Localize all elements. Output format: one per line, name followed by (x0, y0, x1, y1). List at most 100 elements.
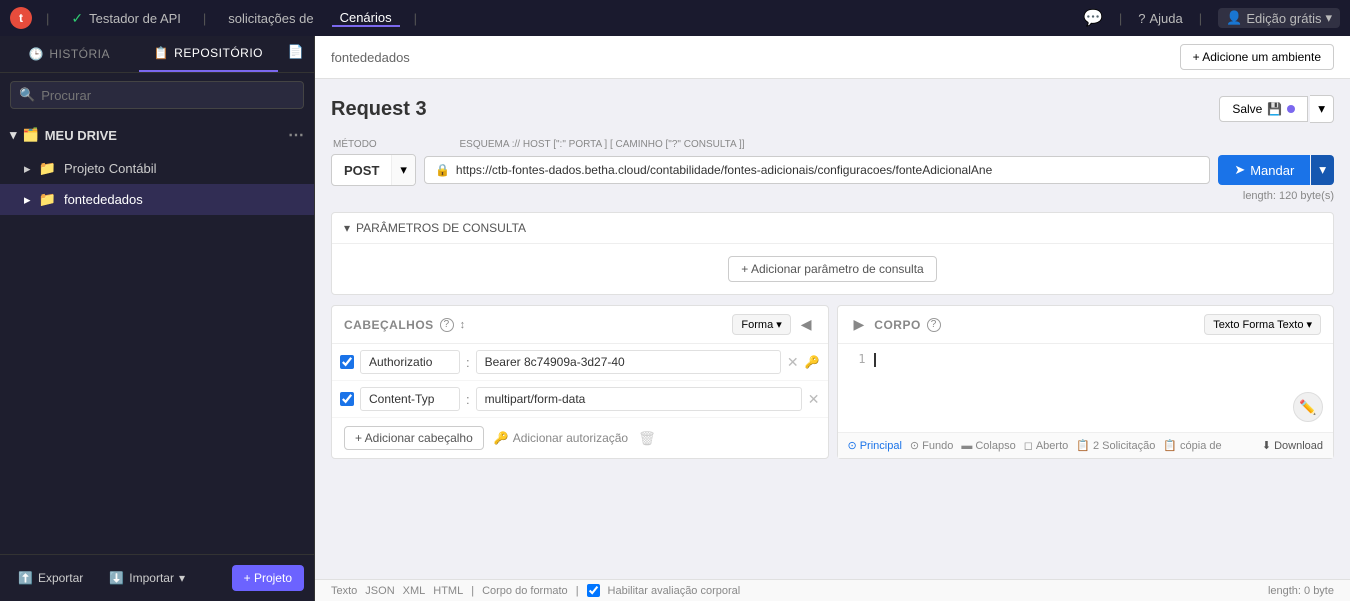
nav-item-solicitacoes[interactable]: solicitações de (220, 11, 321, 26)
add-auth-icon: 🔑 (494, 431, 509, 445)
my-drive-options-icon[interactable]: ⋯ (288, 125, 304, 145)
colapso-label: Colapso (975, 440, 1015, 452)
headers-info-icon: ? (440, 318, 454, 332)
projeto-contabil-chevron-icon (24, 161, 31, 177)
pencil-button[interactable]: ✏️ (1293, 392, 1323, 422)
my-drive-chevron-icon (10, 127, 17, 143)
download-button[interactable]: ⬇ Download (1262, 439, 1323, 452)
sidebar-tab-repositorio-label: REPOSITÓRIO (174, 46, 263, 60)
auth-header-delete-button[interactable]: ✕ (787, 354, 799, 371)
save-button[interactable]: Salve 💾 (1219, 96, 1308, 122)
sidebar-tab-historia[interactable]: 🕒 HISTÓRIA (0, 36, 139, 72)
my-drive-label: MEU DRIVE (45, 128, 117, 143)
copia-label: cópia de (1180, 440, 1222, 452)
add-project-button[interactable]: + Projeto (232, 565, 304, 591)
download-label: Download (1274, 440, 1323, 452)
sidebar-item-projeto-contabil[interactable]: 📁 Projeto Contábil ⋯ (0, 153, 314, 184)
chat-icon[interactable]: 💬 (1083, 8, 1103, 28)
add-auth-button[interactable]: 🔑 Adicionar autorização (494, 431, 628, 445)
top-nav-right: 💬 | ? Ajuda | 👤 Edição grátis (1083, 8, 1340, 28)
save-dropdown-button[interactable] (1310, 95, 1334, 123)
request-header: Request 3 Salve 💾 (331, 95, 1334, 123)
content-type-checkbox[interactable] (340, 392, 354, 406)
content-type-key[interactable] (360, 387, 460, 411)
send-dropdown-button[interactable] (1311, 155, 1334, 185)
add-param-label: + Adicionar parâmetro de consulta (741, 262, 923, 276)
add-header-button[interactable]: + Adicionar cabeçalho (344, 426, 484, 450)
nav-item-testador[interactable]: ✓ Testador de API (63, 10, 189, 27)
save-btn-group: Salve 💾 (1219, 95, 1334, 123)
headers-panel-actions: Forma ◀ (732, 314, 815, 335)
status-corpo-formato[interactable]: Corpo do formato (482, 585, 568, 597)
headers-format-label: Forma (741, 319, 773, 331)
export-icon: ⬆️ (18, 571, 33, 585)
method-chevron-icon[interactable] (391, 155, 415, 185)
status-xml[interactable]: XML (403, 585, 426, 597)
content-area: fontededados + Adicione um ambiente Requ… (315, 36, 1350, 601)
params-section: PARÂMETROS DE CONSULTA + Adicionar parâm… (331, 212, 1334, 295)
nav-item-cenarios-label: Cenários (340, 10, 392, 25)
edition-btn[interactable]: 👤 Edição grátis (1218, 8, 1340, 28)
nav-divider-5: | (1195, 11, 1206, 26)
nav-divider-2: | (199, 11, 210, 26)
body-footer: ⊙ Principal ⊙ Fundo ▬ Colapso ◻ (838, 432, 1334, 458)
body-editor[interactable]: 1 (838, 344, 1334, 432)
body-nav-right-button[interactable]: ▶ (850, 314, 869, 335)
export-btn[interactable]: ⬆️ Exportar (10, 567, 91, 589)
user-icon: 👤 (1226, 10, 1242, 26)
url-input-container[interactable]: 🔒 (424, 156, 1210, 184)
auth-header-key[interactable] (360, 350, 460, 374)
add-auth-label: Adicionar autorização (513, 431, 628, 445)
edition-chevron-icon (1325, 10, 1332, 26)
headers-panel-title: CABEÇALHOS (344, 318, 434, 332)
open-icon: ◻ (1024, 439, 1033, 452)
nav-divider-4: | (1115, 11, 1126, 26)
add-environment-button[interactable]: + Adicione um ambiente (1180, 44, 1334, 70)
auth-header-lock-button[interactable]: 🔑 (805, 355, 820, 369)
content-type-colon: : (466, 392, 470, 407)
body-length-label: length: 0 byte (1268, 585, 1334, 597)
body-footer-aberto[interactable]: ◻ Aberto (1024, 439, 1069, 452)
auth-header-value[interactable] (476, 350, 781, 374)
method-select[interactable]: POST (331, 154, 416, 186)
headers-nav-left-button[interactable]: ◀ (797, 314, 816, 335)
body-format-button[interactable]: Texto Forma Texto (1204, 314, 1321, 335)
nav-item-cenarios[interactable]: Cenários (332, 10, 400, 27)
content-type-delete-button[interactable]: ✕ (808, 391, 820, 408)
status-json[interactable]: JSON (365, 585, 394, 597)
sidebar-item-fontededados[interactable]: 📁 fontededados ⋯ (0, 184, 314, 215)
body-footer-fundo[interactable]: ⊙ Fundo (910, 439, 953, 452)
add-env-label: + Adicione um ambiente (1193, 50, 1321, 64)
status-html[interactable]: HTML (433, 585, 463, 597)
delete-all-headers-button[interactable]: 🗑 (638, 430, 656, 447)
body-footer-solicitacao[interactable]: 📋 2 Solicitação (1076, 439, 1155, 452)
headers-format-button[interactable]: Forma (732, 314, 790, 335)
sidebar-search[interactable]: 🔍 (10, 81, 304, 109)
content-type-value[interactable] (476, 387, 802, 411)
save-chevron-icon (1318, 101, 1325, 116)
body-footer-principal[interactable]: ⊙ Principal (848, 439, 902, 452)
import-btn[interactable]: ⬇️ Importar (101, 567, 193, 589)
send-label: Mandar (1250, 163, 1294, 178)
body-footer-copia[interactable]: 📋 cópia de (1163, 439, 1221, 452)
habilitar-checkbox[interactable] (587, 584, 600, 597)
url-input[interactable] (456, 163, 1199, 177)
help-btn[interactable]: ? Ajuda (1138, 11, 1182, 26)
sidebar-tabs: 🕒 HISTÓRIA 📋 REPOSITÓRIO 📄 (0, 36, 314, 73)
import-chevron-icon (179, 571, 185, 585)
sidebar-tab-repositorio[interactable]: 📋 REPOSITÓRIO (139, 36, 278, 72)
status-texto[interactable]: Texto (331, 585, 357, 597)
search-icon: 🔍 (19, 87, 35, 103)
params-header[interactable]: PARÂMETROS DE CONSULTA (332, 213, 1333, 244)
auth-header-checkbox[interactable] (340, 355, 354, 369)
sidebar-my-drive[interactable]: 🗂️ MEU DRIVE ⋯ (0, 117, 314, 153)
document-icon: 📄 (288, 44, 304, 59)
send-button[interactable]: ➤ Mandar (1218, 155, 1310, 185)
sidebar-export-icon[interactable]: 📄 (278, 36, 314, 72)
body-footer-colapso[interactable]: ▬ Colapso (961, 440, 1015, 452)
body-format-chevron-icon (1306, 318, 1312, 331)
headers-sort-icon[interactable]: ↕ (460, 319, 466, 331)
search-input[interactable] (41, 88, 295, 103)
add-param-button[interactable]: + Adicionar parâmetro de consulta (728, 256, 936, 282)
check-icon: ✓ (71, 10, 83, 27)
